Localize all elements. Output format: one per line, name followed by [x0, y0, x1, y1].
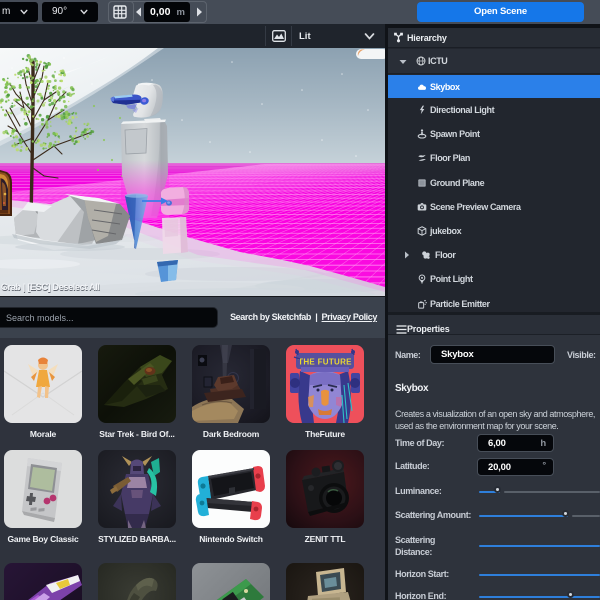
svg-text:THE FUTURE: THE FUTURE [298, 358, 352, 367]
svg-text:] Grab | [ESC] Deselect All: ] Grab | [ESC] Deselect All [0, 282, 100, 292]
